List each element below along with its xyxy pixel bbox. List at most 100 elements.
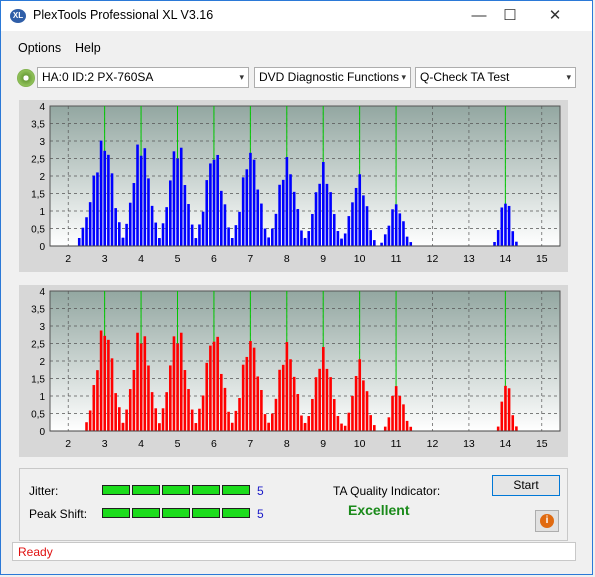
function-select[interactable]: DVD Diagnostic Functions ▾ [254,67,411,88]
bottom-chart-frame: 0 0,5 1 1,5 2 2,5 3 3,5 4 2 3 4 5 6 7 8 9 10 11 12 13 14 15 [19,285,568,457]
x-tick-label: 4 [138,253,144,265]
histogram-bar [256,376,260,431]
histogram-bar [358,174,362,246]
histogram-bar [128,389,132,431]
histogram-bar [303,238,307,246]
histogram-bar [325,183,329,246]
histogram-bar [107,154,110,246]
histogram-bar [205,362,209,431]
histogram-bar [209,163,212,246]
histogram-bar [398,395,402,431]
x-tick-label: 12 [427,253,439,265]
histogram-bar [114,393,117,431]
x-tick-label: 10 [354,438,366,450]
histogram-bar [183,185,187,246]
histogram-bar [110,173,114,246]
histogram-bar [347,412,351,431]
histogram-bar [405,236,409,246]
x-tick-label: 13 [463,253,475,265]
histogram-bar [245,356,249,431]
histogram-bar [343,425,347,431]
histogram-bar [303,423,307,431]
histogram-bar [322,162,325,246]
histogram-bar [311,398,314,431]
histogram-bar [85,217,88,246]
histogram-bar [387,225,391,246]
histogram-bar [493,242,496,246]
start-button[interactable]: Start [492,475,560,496]
status-bar: Ready [12,542,576,561]
y-tick-label: 0 [39,427,45,438]
maximize-button[interactable]: ☐ [487,1,533,31]
drive-select[interactable]: HA:0 ID:2 PX-760SA ▾ [37,67,249,88]
histogram-bar [362,380,365,431]
histogram-bar [169,180,172,246]
histogram-bar [128,202,132,246]
histogram-bar [511,415,515,431]
y-tick-label: 2,5 [31,155,45,166]
histogram-bar [369,415,372,431]
histogram-bar [118,222,121,246]
menu-help[interactable]: Help [75,41,101,55]
histogram-bar [271,413,274,431]
histogram-bar [241,364,245,431]
histogram-bar [88,202,92,246]
title-bar[interactable]: XL PlexTools Professional XL V3.16 — ☐ ✕ [1,1,592,31]
histogram-bar [249,341,252,431]
info-icon: i [540,514,554,528]
histogram-bar [238,211,241,246]
histogram-bar [329,377,332,431]
histogram-bar [198,224,201,246]
histogram-bar [325,368,329,431]
histogram-bar [194,423,198,431]
peak-shift-meter-segment [102,508,130,518]
histogram-bar [267,423,270,431]
histogram-bar [172,336,176,431]
histogram-bar [354,187,358,246]
histogram-bar [296,394,300,431]
histogram-bar [289,359,292,431]
histogram-bar [274,398,278,431]
histogram-bar [77,237,81,246]
histogram-bar [292,376,296,431]
x-tick-label: 11 [391,438,402,450]
y-tick-label: 2 [39,357,45,368]
peak-shift-meter-segment [192,508,220,518]
histogram-bar [125,223,128,246]
chevron-down-icon: ▾ [566,72,571,82]
histogram-bar [227,411,230,431]
histogram-bar [274,213,278,246]
jitter-meter [102,485,250,495]
histogram-bar [179,332,183,431]
histogram-bar [230,238,234,246]
menu-options[interactable]: Options [18,41,61,55]
histogram-bar [147,365,150,431]
info-button[interactable]: i [535,510,559,532]
histogram-bar [81,227,85,246]
x-tick-label: 15 [536,438,548,450]
y-tick-label: 1,5 [31,375,45,386]
histogram-bar [285,342,289,431]
histogram-bar [285,157,289,246]
x-tick-label: 13 [463,438,475,450]
histogram-bar [187,389,190,431]
histogram-bar [139,155,143,246]
histogram-bar [340,239,343,246]
histogram-bar [500,207,504,246]
histogram-bar [260,203,263,246]
histogram-bar [220,373,223,431]
histogram-bar [507,205,511,246]
histogram-bar [252,159,256,246]
test-select[interactable]: Q-Check TA Test ▾ [415,67,576,88]
histogram-bar [154,408,158,431]
histogram-bar [96,172,99,246]
y-tick-label: 1,5 [31,190,45,201]
chevron-down-icon: ▾ [239,72,244,82]
histogram-bar [515,241,518,246]
jitter-label: Jitter: [29,484,59,498]
histogram-bar [169,365,172,431]
histogram-bar [201,395,205,431]
y-tick-label: 2,5 [31,340,45,351]
histogram-bar [351,202,354,246]
close-button[interactable]: ✕ [532,1,578,31]
